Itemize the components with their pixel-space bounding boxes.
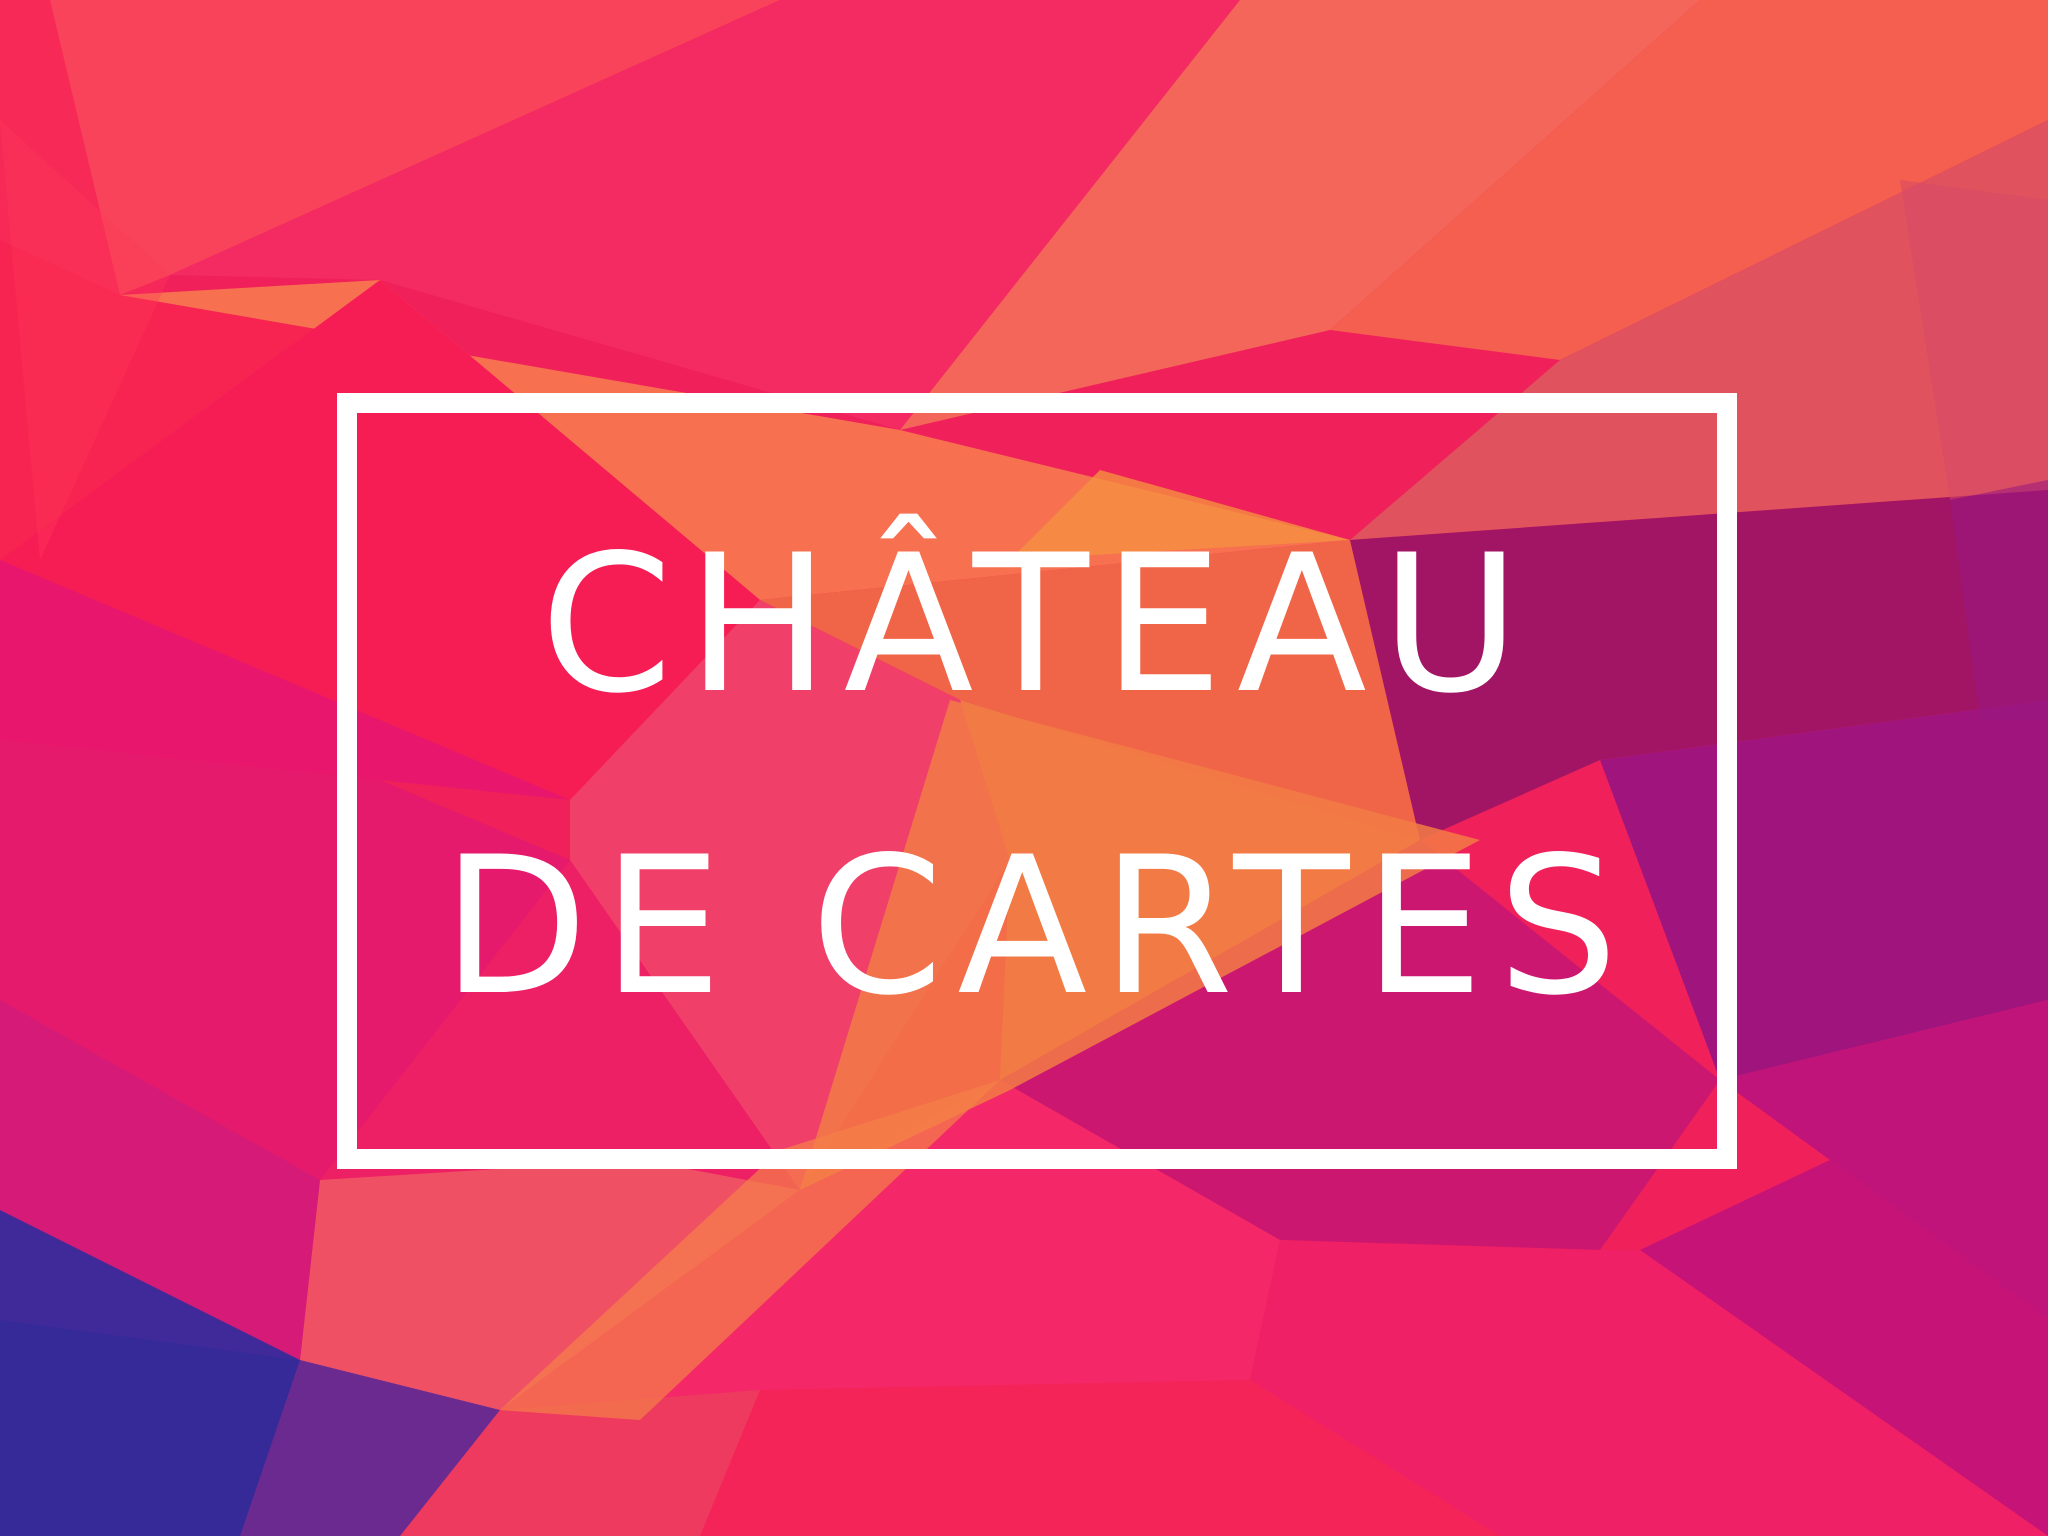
title-line-1: CHÂTEAU <box>540 514 1534 735</box>
cover-stage: CHÂTEAU DE CARTES <box>0 0 2048 1536</box>
title-frame <box>337 393 1737 1169</box>
title-line-2: DE CARTES <box>441 816 1633 1037</box>
